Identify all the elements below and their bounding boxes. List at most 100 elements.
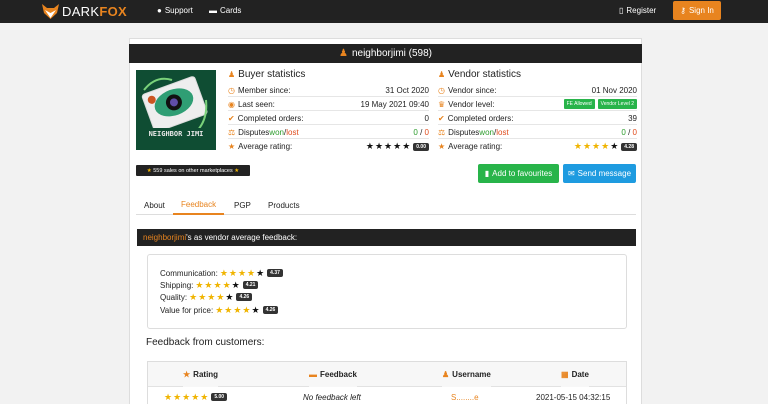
avg-quality-stars: ★★★★ (189, 291, 226, 302)
member-since-label: Member since: (237, 85, 291, 95)
avg-communication-stars: ★★★★ (219, 267, 257, 278)
fe-allowed-tag: FE Allowed (563, 99, 595, 109)
feedback-section-header: neighborjimi's as vendor average feedbac… (137, 229, 636, 246)
nav-register[interactable]: ▯ Register (619, 6, 656, 15)
profile-header: ♟ neighborjimi (598) (129, 44, 642, 63)
buyer-stats-title: ♟ Buyer statistics (228, 69, 305, 80)
avg-value-badge: 4.26 (262, 306, 279, 314)
vendor-rating-badge: 4.28 (621, 142, 637, 151)
avg-shipping-badge: 4.21 (242, 281, 259, 289)
tab-pgp[interactable]: PGP (226, 195, 259, 215)
avg-shipping-row: Shipping: ★★★★ ★ 4.21 (160, 279, 259, 291)
vendor-level-tag: Vendor Level 2 (597, 99, 637, 109)
row-username[interactable]: S........e (451, 390, 479, 404)
buyer-disputes-label: Disputes (238, 127, 270, 137)
comment-icon: ▬ (309, 370, 317, 379)
buyer-lost-word: lost (286, 127, 299, 137)
brand-dark-text: DARK (62, 4, 100, 19)
key-icon: ⚷ (680, 6, 686, 15)
col-date-label: Date (571, 370, 589, 379)
document-icon: ▯ (619, 6, 624, 15)
col-username-label: Username (452, 370, 491, 379)
avg-shipping-label: Shipping: (160, 280, 194, 290)
buyer-rating-badge: 0.00 (413, 142, 429, 151)
row-rating-stars: ★★★★★ (164, 391, 210, 402)
vendor-since-value: 01 Nov 2020 (591, 85, 637, 95)
avg-quality-label: Quality: (160, 292, 188, 302)
avg-quality-half-star: ★ (225, 291, 235, 302)
star-icon: ★ (228, 142, 236, 151)
add-to-favourites-button[interactable]: ▮ Add to favourites (478, 164, 559, 183)
send-message-button[interactable]: ✉ Send message (563, 164, 636, 183)
row-date: 2021-05-15 04:32:15 (536, 392, 611, 402)
tab-products[interactable]: Products (260, 195, 308, 215)
sales-badge: ★ 559 sales on other marketplaces ★ (136, 165, 250, 176)
buyer-last-seen-row: ◉ Last seen: 19 May 2021 09:40 (228, 98, 429, 111)
brand-fox-text: FOX (99, 4, 127, 19)
last-seen-value: 19 May 2021 09:40 (360, 99, 430, 109)
avg-communication-label: Communication: (160, 268, 218, 278)
brand-logo[interactable]: DARK FOX (42, 3, 127, 20)
sign-in-button[interactable]: ⚷ Sign In (673, 1, 721, 20)
avg-value-row: Value for price: ★★★★ ★ 4.26 (160, 304, 279, 316)
vendor-level-label: Vendor level: (448, 99, 495, 109)
nav-support[interactable]: ● Support (157, 6, 193, 15)
row-feedback: No feedback left (303, 392, 361, 402)
top-navbar: DARK FOX ● Support ▬ Cards ▯ Register ⚷ Sign … (0, 0, 768, 23)
buyer-rating-row: ★ Average rating: ★★★★★ 0.00 (228, 140, 429, 153)
buyer-stats-label: Buyer statistics (238, 69, 306, 80)
user-icon: ♟ (438, 70, 446, 79)
star-icon: ★ (438, 142, 446, 151)
add-to-favourites-label: Add to favourites (492, 169, 553, 178)
buyer-rating-stars: ★★★★★ (365, 141, 412, 151)
nav-register-label: Register (626, 6, 657, 15)
vendor-disputes-label: Disputes (448, 127, 480, 137)
tab-feedback[interactable]: Feedback (173, 195, 225, 215)
vendor-since-row: ◷ Vendor since: 01 Nov 2020 (438, 84, 637, 97)
send-message-label: Send message (577, 169, 632, 178)
buyer-completed-value: 0 (424, 113, 429, 123)
avg-quality-badge: 4.26 (236, 293, 253, 301)
nav-cards-label: Cards (220, 6, 242, 15)
feedback-header-suffix: 's as vendor average feedback: (186, 233, 298, 242)
buyer-disputes-lost: 0 (424, 127, 429, 137)
col-rating: ★ Rating (183, 362, 219, 387)
row-rating-badge: 5.00 (211, 393, 228, 401)
buyer-won-word: won (269, 127, 284, 137)
buyer-rating-label: Average rating: (238, 142, 293, 151)
tab-about[interactable]: About (136, 195, 173, 215)
calendar-icon: ▦ (561, 370, 569, 379)
fox-logo-icon (42, 4, 59, 19)
help-icon: ● (157, 6, 162, 15)
avatar-art: NEIGHBOR JIMI (136, 70, 216, 150)
avatar: NEIGHBOR JIMI (136, 70, 216, 150)
clock-icon: ◷ (228, 85, 235, 95)
buyer-disputes-row: ⚖ Disputes won / lost 0 / 0 (228, 126, 429, 139)
average-feedback-box: Communication: ★★★★ ★ 4.37 Shipping: ★★★★ ★ 4.… (147, 254, 627, 329)
vendor-rating-label: Average rating: (448, 142, 503, 151)
vendor-rating-stars: ★★★★ (573, 141, 611, 151)
vendor-since-label: Vendor since: (447, 85, 497, 95)
avg-value-stars: ★★★★ (215, 304, 252, 315)
vendor-stats-label: Vendor statistics (448, 69, 521, 80)
nav-cards[interactable]: ▬ Cards (209, 6, 241, 15)
trophy-icon: ♛ (438, 99, 446, 109)
row-rating: ★★★★★ 5.00 (164, 390, 228, 404)
vendor-rating-row: ★ Average rating: ★★★★ ★ 4.28 (438, 140, 637, 153)
customer-feedback-title: Feedback from customers: (146, 337, 265, 348)
buyer-member-since-row: ◷ Member since: 31 Oct 2020 (228, 84, 429, 97)
vendor-level-row: ♛ Vendor level: FE Allowed Vendor Level 2 (438, 98, 637, 111)
vendor-name-link[interactable]: neighborjimi (143, 233, 186, 242)
user-icon: ♟ (442, 370, 450, 379)
buyer-completed-row: ✔ Completed orders: 0 (228, 112, 429, 125)
card-icon: ▬ (209, 6, 217, 15)
gavel-icon: ⚖ (228, 127, 236, 137)
user-icon: ♟ (338, 48, 348, 59)
envelope-icon: ✉ (567, 169, 575, 178)
star-icon: ★ (234, 167, 240, 174)
avg-shipping-stars: ★★★★ (195, 279, 232, 290)
vendor-stats-title: ♟ Vendor statistics (438, 69, 521, 80)
sign-in-label: Sign In (688, 6, 714, 15)
profile-tabs: About Feedback PGP Products (136, 195, 636, 215)
check-icon: ✔ (228, 113, 235, 123)
